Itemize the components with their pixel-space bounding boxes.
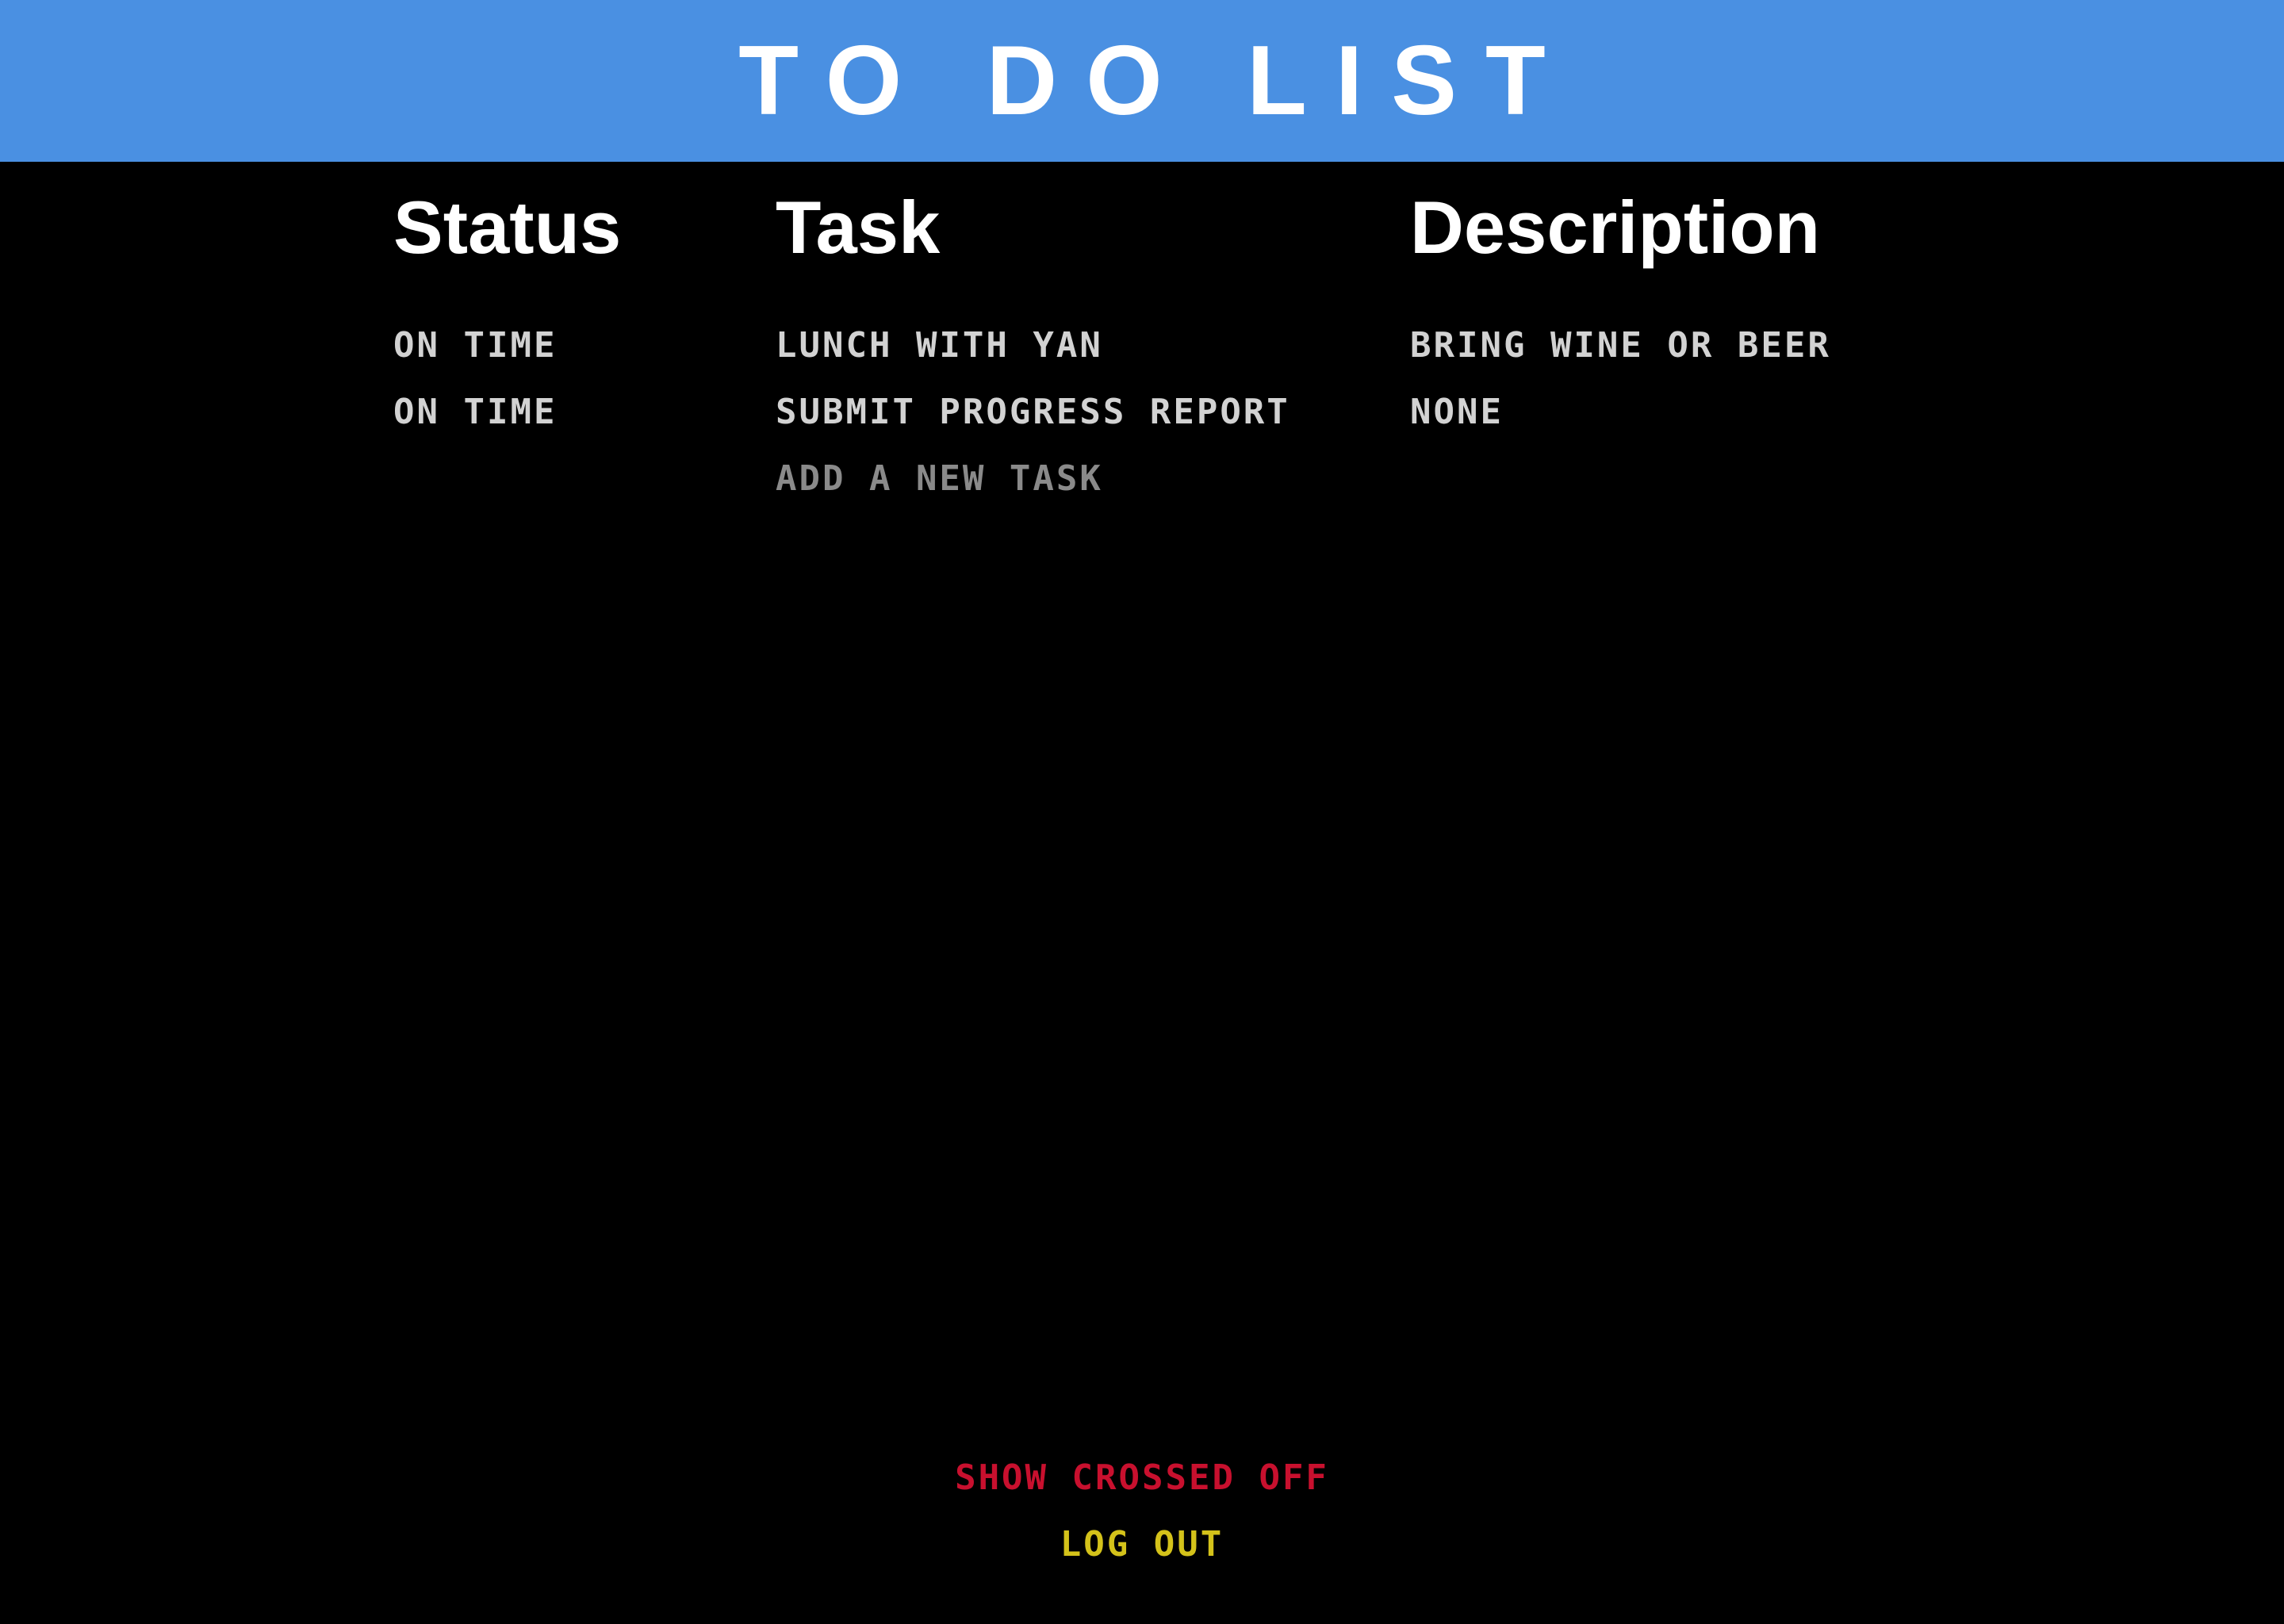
status-column-header: Status	[393, 186, 622, 269]
task-column-header: Task	[776, 186, 941, 269]
show-crossed-off-link[interactable]: SHOW CROSSED OFF	[0, 1456, 2284, 1500]
task-name[interactable]: SUBMIT PROGRESS REPORT	[776, 390, 1290, 435]
description-column-header: Description	[1410, 186, 1821, 269]
task-status[interactable]: ON TIME	[393, 324, 557, 368]
task-description[interactable]: BRING WINE OR BEER	[1410, 324, 1831, 368]
add-task-input[interactable]: ADD A NEW TASK	[776, 457, 1103, 501]
task-status[interactable]: ON TIME	[393, 390, 557, 435]
header-bar: TO DO LIST	[0, 0, 2284, 162]
task-name[interactable]: LUNCH WITH YAN	[776, 324, 1103, 368]
page-title: TO DO LIST	[738, 26, 1574, 136]
todo-app: TO DO LIST Status Task Description ON TI…	[0, 0, 2284, 1624]
log-out-link[interactable]: LOG OUT	[0, 1522, 2284, 1567]
task-description[interactable]: NONE	[1410, 390, 1504, 435]
